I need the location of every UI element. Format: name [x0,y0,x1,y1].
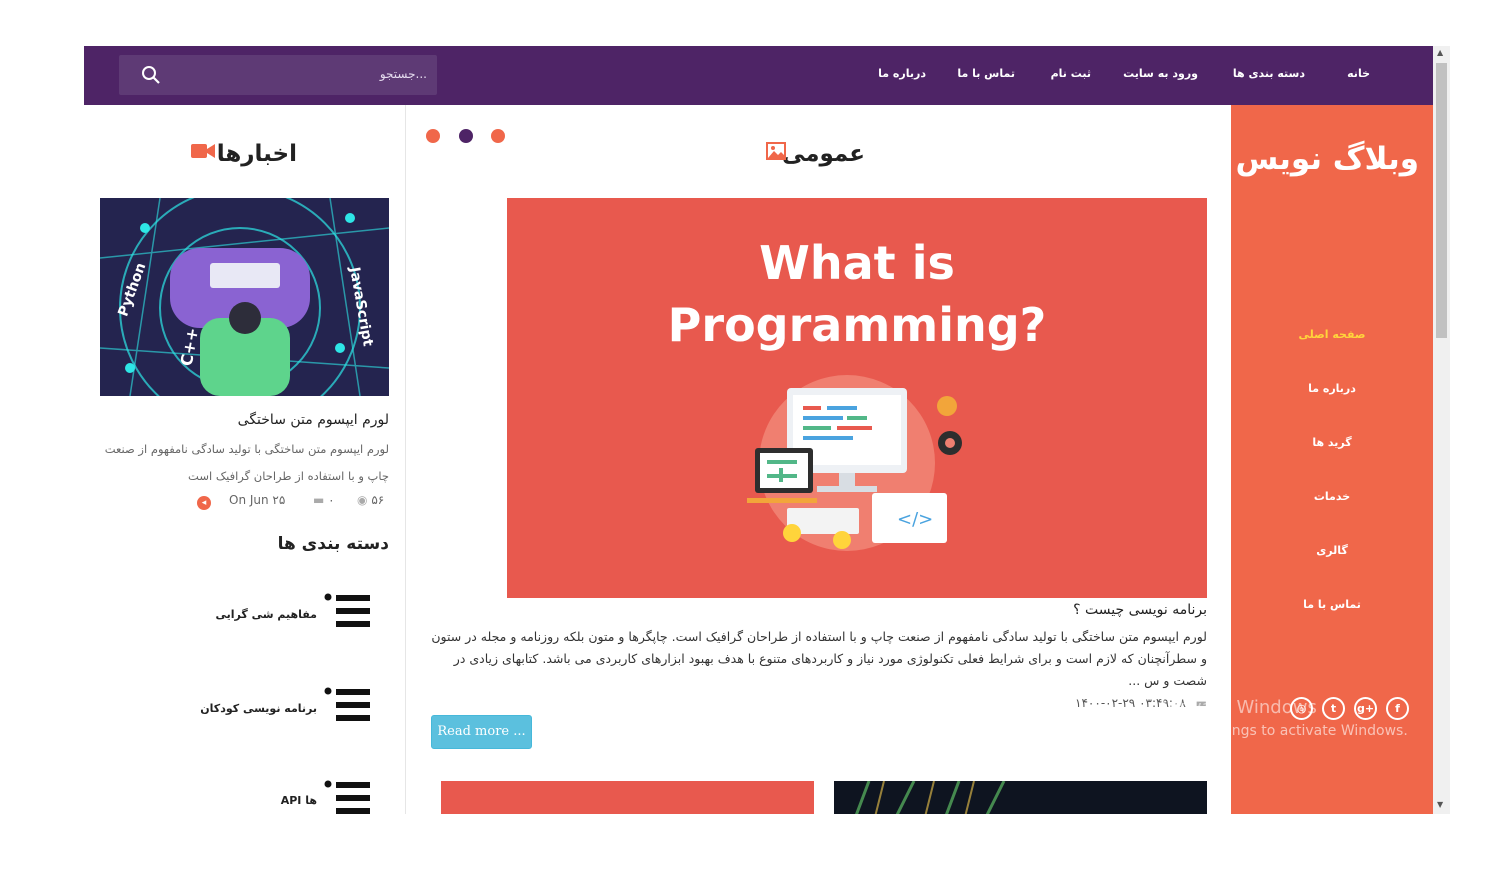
image-icon [766,142,786,160]
scrollbar-thumb[interactable] [1436,63,1447,338]
sidebar-item-gallery[interactable]: گالری [1231,544,1433,557]
comments-value: ۰ [328,493,335,507]
category-item[interactable]: برنامه نویسی کودکان [200,702,317,715]
activation-watermark-title: Activate Windows [1157,697,1317,718]
nav-login[interactable]: ورود به سایت [1123,67,1198,80]
slider-dot[interactable] [491,129,505,143]
twitter-icon[interactable]: t [1322,697,1345,720]
code-pattern-image [855,781,1006,814]
news-item-title[interactable]: لورم ایپسوم متن ساختگی [238,412,389,428]
news-item-date: On Jun ۲۵ [229,493,286,507]
list-icon [324,593,370,627]
search-input[interactable]: جستجو... [380,67,427,81]
post-excerpt: لورم ایپسوم متن ساختگی با تولید سادگی نا… [431,629,1207,688]
news-section-title: اخبارها [217,141,297,167]
section-title-general: عمومی [782,141,865,167]
coding-illustration: Python C++ JavaScript [100,198,389,396]
eye-icon: ◉ [357,493,368,507]
hero-line-2: Programming? [667,298,1047,352]
nav-register[interactable]: ثبت نام [1051,67,1091,80]
column-divider [405,105,406,814]
views-value: ۵۶ [371,493,385,507]
hero-image[interactable]: What is Programming? </> [507,198,1207,598]
search-icon[interactable] [141,65,161,85]
read-more-button[interactable]: Read more ... [431,715,532,749]
post-thumbnail[interactable] [441,781,814,814]
section-title-label: عمومی [781,141,865,167]
sidebar-item-about[interactable]: درباره ما [1231,382,1433,395]
top-navbar: جستجو... خانه دسته بندی ها ورود به سایت … [84,46,1433,105]
facebook-icon[interactable]: f [1386,697,1409,720]
hero-line-1: What is [759,236,955,290]
post-thumbnail[interactable] [834,781,1207,814]
category-item[interactable]: مفاهیم شی گرایی [216,608,317,621]
search-box[interactable]: جستجو... [119,55,437,95]
video-camera-icon [191,144,215,158]
comment-icon: ▬ [313,493,325,507]
nav-about[interactable]: درباره ما [878,67,926,80]
news-image[interactable]: Python C++ JavaScript [100,198,389,396]
nav-categories[interactable]: دسته بندی ها [1233,67,1305,80]
categories-title: دسته بندی ها [277,534,389,554]
scroll-up-icon[interactable]: ▲ [1437,48,1443,57]
news-title-label: اخبارها [216,141,297,167]
post-title[interactable]: برنامه نویسی چیست ؟ [1073,602,1207,618]
sidebar-item-contact[interactable]: تماس با ما [1231,598,1433,611]
comments-count: ▬ ۰ [313,493,335,507]
list-icon [324,687,370,721]
site-brand[interactable]: وبلاگ نویس [1235,141,1419,177]
news-item-excerpt: لورم ایپسوم متن ساختگی با تولید سادگی نا… [104,442,389,483]
sidebar-item-home[interactable]: صفحه اصلی [1231,328,1433,341]
nav-contact[interactable]: تماس با ما [957,67,1015,80]
nav-home[interactable]: خانه [1347,67,1370,80]
page-scrollbar[interactable]: ▲ ▼ [1433,46,1450,814]
svg-text:</>: </> [897,509,933,530]
programming-illustration: </> [747,375,962,551]
browser-viewport: جستجو... خانه دسته بندی ها ورود به سایت … [84,46,1450,814]
google-plus-icon[interactable]: g+ [1354,697,1377,720]
slider-dot[interactable] [459,129,473,143]
scroll-down-icon[interactable]: ▼ [1437,800,1443,809]
arrow-left-icon[interactable]: ◂ [197,496,211,510]
activation-watermark-subtitle: Go to Settings to activate Windows. [1157,723,1408,739]
views-count: ◉ ۵۶ [357,493,384,507]
list-icon [324,780,370,814]
category-item[interactable]: API ها [281,794,317,807]
slider-dot[interactable] [426,129,440,143]
sidebar-item-services[interactable]: خدمات [1231,490,1433,503]
sidebar-item-grids[interactable]: گرید ها [1231,436,1433,449]
